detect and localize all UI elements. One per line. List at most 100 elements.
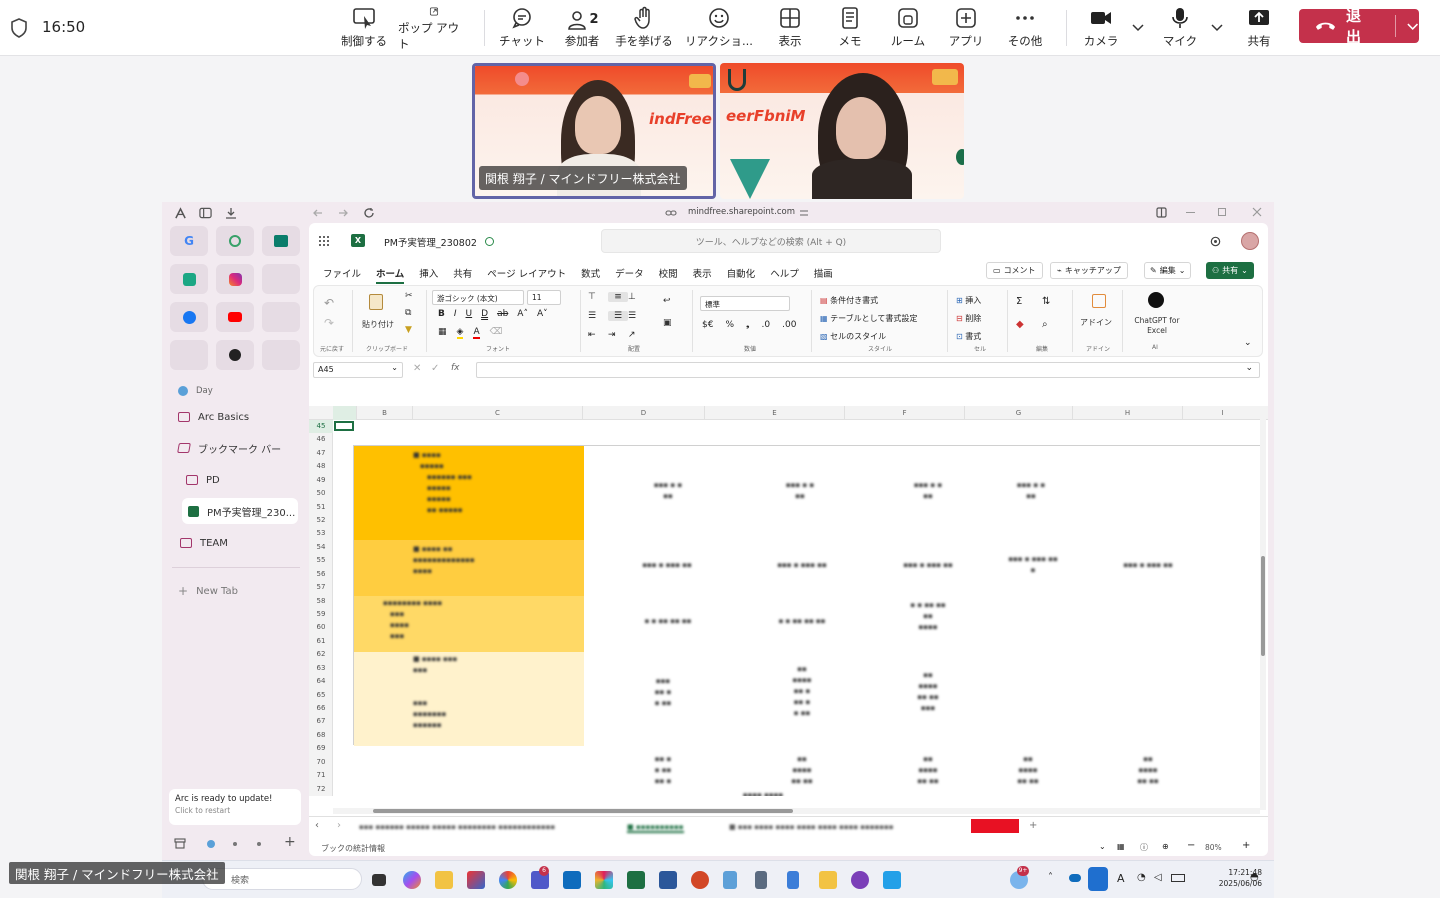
chatgpt-button[interactable]: ChatGPT for Excel bbox=[1128, 316, 1186, 336]
feedback-icon[interactable]: ⊕ bbox=[1162, 842, 1169, 851]
wifi-icon[interactable]: ◔ bbox=[1137, 872, 1146, 883]
indent-increase-icon[interactable]: ⇥ bbox=[608, 330, 628, 340]
font-size-select[interactable]: 11 bbox=[527, 290, 561, 305]
align-left-icon[interactable]: ☰ bbox=[588, 311, 608, 321]
catchup-button[interactable]: ⌁ キャッチアップ bbox=[1050, 262, 1128, 279]
percent-icon[interactable]: % bbox=[725, 320, 734, 330]
name-box[interactable]: A45 ⌄ bbox=[313, 362, 403, 378]
sidebar-item-pd[interactable]: PD bbox=[180, 467, 308, 493]
pinned-app-green[interactable] bbox=[216, 226, 254, 256]
pinned-empty[interactable] bbox=[262, 340, 300, 370]
zoom-level[interactable]: 80% bbox=[1205, 843, 1222, 852]
row-header[interactable]: 55 bbox=[309, 554, 333, 567]
increase-decimal-icon[interactable]: .0 bbox=[762, 320, 771, 330]
double-underline-icon[interactable]: D bbox=[481, 309, 488, 319]
next-sheet-icon[interactable]: › bbox=[337, 820, 341, 831]
pinned-empty[interactable] bbox=[170, 340, 208, 370]
row-header[interactable]: 57 bbox=[309, 581, 333, 594]
pinned-google[interactable]: G bbox=[170, 226, 208, 256]
find-icon[interactable]: ⌕ bbox=[1042, 319, 1068, 330]
underline-icon[interactable]: U bbox=[466, 309, 473, 319]
row-header[interactable]: 63 bbox=[309, 662, 333, 675]
popout-button[interactable]: ポップ アウト bbox=[398, 6, 470, 52]
align-middle-icon[interactable]: ≡ bbox=[608, 292, 628, 302]
notification-bell-icon[interactable]: ◓ bbox=[1250, 872, 1259, 883]
font-name-select[interactable]: 游ゴシック (本文) bbox=[432, 290, 524, 305]
delete-cells-button[interactable]: ⊟ 削除 bbox=[956, 310, 981, 328]
space-dot-icon[interactable] bbox=[257, 842, 261, 846]
space-dot-icon[interactable] bbox=[233, 842, 237, 846]
forward-icon[interactable] bbox=[337, 207, 349, 219]
battery-icon[interactable] bbox=[1171, 874, 1185, 882]
reload-icon[interactable] bbox=[363, 207, 375, 219]
chevron-down-icon[interactable] bbox=[1131, 20, 1145, 34]
fill-color-icon[interactable]: ◈ bbox=[456, 327, 464, 339]
row-header[interactable]: 65 bbox=[309, 689, 333, 702]
column-header-h[interactable]: H bbox=[1073, 406, 1183, 420]
horizontal-scrollbar[interactable] bbox=[333, 808, 1260, 814]
strikethrough-icon[interactable]: ab bbox=[497, 309, 508, 319]
active-sheet-tab[interactable]: ■ ▪▪▪▪▪▪▪▪▪▪ bbox=[627, 823, 684, 833]
pinned-facebook[interactable] bbox=[170, 302, 208, 332]
autosum-icon[interactable]: Σ bbox=[1016, 296, 1042, 307]
tab-review[interactable]: 校閲 bbox=[659, 266, 678, 284]
align-top-icon[interactable]: ⊤ bbox=[588, 292, 608, 302]
add-sheet-icon[interactable]: + bbox=[1029, 820, 1037, 831]
column-header-i[interactable]: I bbox=[1183, 406, 1263, 420]
share-button[interactable]: 共有 bbox=[1240, 6, 1278, 52]
insert-cells-button[interactable]: ⊞ 挿入 bbox=[956, 292, 981, 310]
tab-help[interactable]: ヘルプ bbox=[770, 266, 799, 284]
rooms-button[interactable]: ルーム bbox=[886, 6, 930, 52]
undo-icon[interactable]: ↶ bbox=[324, 296, 334, 310]
comment-button[interactable]: ▭ コメント bbox=[986, 262, 1043, 279]
cancel-formula-icon[interactable]: ✕ bbox=[413, 363, 421, 374]
back-icon[interactable] bbox=[312, 207, 324, 219]
indent-decrease-icon[interactable]: ⇤ bbox=[588, 330, 608, 340]
word-icon[interactable] bbox=[659, 871, 677, 889]
tab-view[interactable]: 表示 bbox=[693, 266, 712, 284]
download-icon[interactable] bbox=[225, 207, 237, 219]
pinned-teams[interactable] bbox=[262, 226, 300, 256]
row-header[interactable]: 48 bbox=[309, 460, 333, 473]
align-center-icon[interactable]: ☰ bbox=[608, 311, 628, 321]
taskbar-search[interactable]: 検索 bbox=[202, 868, 362, 890]
snipping-tool-icon[interactable] bbox=[723, 871, 737, 889]
slack-icon[interactable] bbox=[595, 871, 613, 889]
settings-icon[interactable] bbox=[1209, 235, 1222, 248]
mic-button[interactable]: マイク bbox=[1160, 6, 1200, 52]
column-header-e[interactable]: E bbox=[705, 406, 845, 420]
chrome-icon[interactable] bbox=[499, 871, 517, 889]
chat-button[interactable]: チャット bbox=[498, 6, 546, 52]
chevron-down-icon[interactable] bbox=[1210, 20, 1224, 34]
currency-icon[interactable]: $€ bbox=[702, 320, 713, 330]
row-header[interactable]: 66 bbox=[309, 702, 333, 715]
avatar[interactable] bbox=[1241, 232, 1259, 250]
row-header[interactable]: 50 bbox=[309, 487, 333, 500]
copilot-icon[interactable] bbox=[403, 871, 421, 889]
sidebar-item-excel-tab[interactable]: PM予実管理_230... bbox=[182, 498, 298, 524]
row-header[interactable]: 72 bbox=[309, 783, 333, 796]
ribbon-expand-icon[interactable]: ⌄ bbox=[1244, 338, 1252, 348]
row-header[interactable]: 62 bbox=[309, 648, 333, 661]
file-name[interactable]: PM予実管理_230802 bbox=[384, 235, 477, 249]
react-button[interactable]: リアクショ... bbox=[682, 6, 756, 52]
row-header[interactable]: 71 bbox=[309, 769, 333, 782]
sheet-tab[interactable]: ■ ▪▪▪ ▪▪▪▪ ▪▪▪▪ ▪▪▪▪ ▪▪▪▪ ▪▪▪▪ ▪▪▪▪▪▪▪ bbox=[729, 823, 894, 831]
sheet-grid[interactable]: ■ ▪▪▪▪ ▪▪▪▪▪ ▪▪▪▪▪▪ ▪▪▪ ▪▪▪▪▪ ▪▪▪▪▪ ▪▪ ▪… bbox=[333, 420, 1263, 796]
row-header[interactable]: 56 bbox=[309, 568, 333, 581]
font-color-icon[interactable]: A bbox=[473, 327, 480, 339]
orientation-icon[interactable]: ↗ bbox=[628, 330, 648, 340]
tab-insert[interactable]: 挿入 bbox=[419, 266, 438, 284]
volume-icon[interactable]: ◁ bbox=[1154, 872, 1162, 883]
split-view-icon[interactable] bbox=[1156, 207, 1167, 218]
people-button[interactable]: 2 参加者 bbox=[560, 6, 604, 52]
row-header[interactable]: 61 bbox=[309, 635, 333, 648]
sidebar-toggle-icon[interactable] bbox=[199, 207, 212, 219]
row-header[interactable]: 69 bbox=[309, 742, 333, 755]
excel-taskbar-icon[interactable] bbox=[627, 871, 645, 889]
function-icon[interactable]: fx bbox=[451, 363, 460, 373]
pinned-empty[interactable] bbox=[262, 302, 300, 332]
tab-draw[interactable]: 描画 bbox=[814, 266, 833, 284]
addins-button[interactable]: アドイン bbox=[1080, 317, 1112, 328]
row-header[interactable]: 53 bbox=[309, 527, 333, 540]
